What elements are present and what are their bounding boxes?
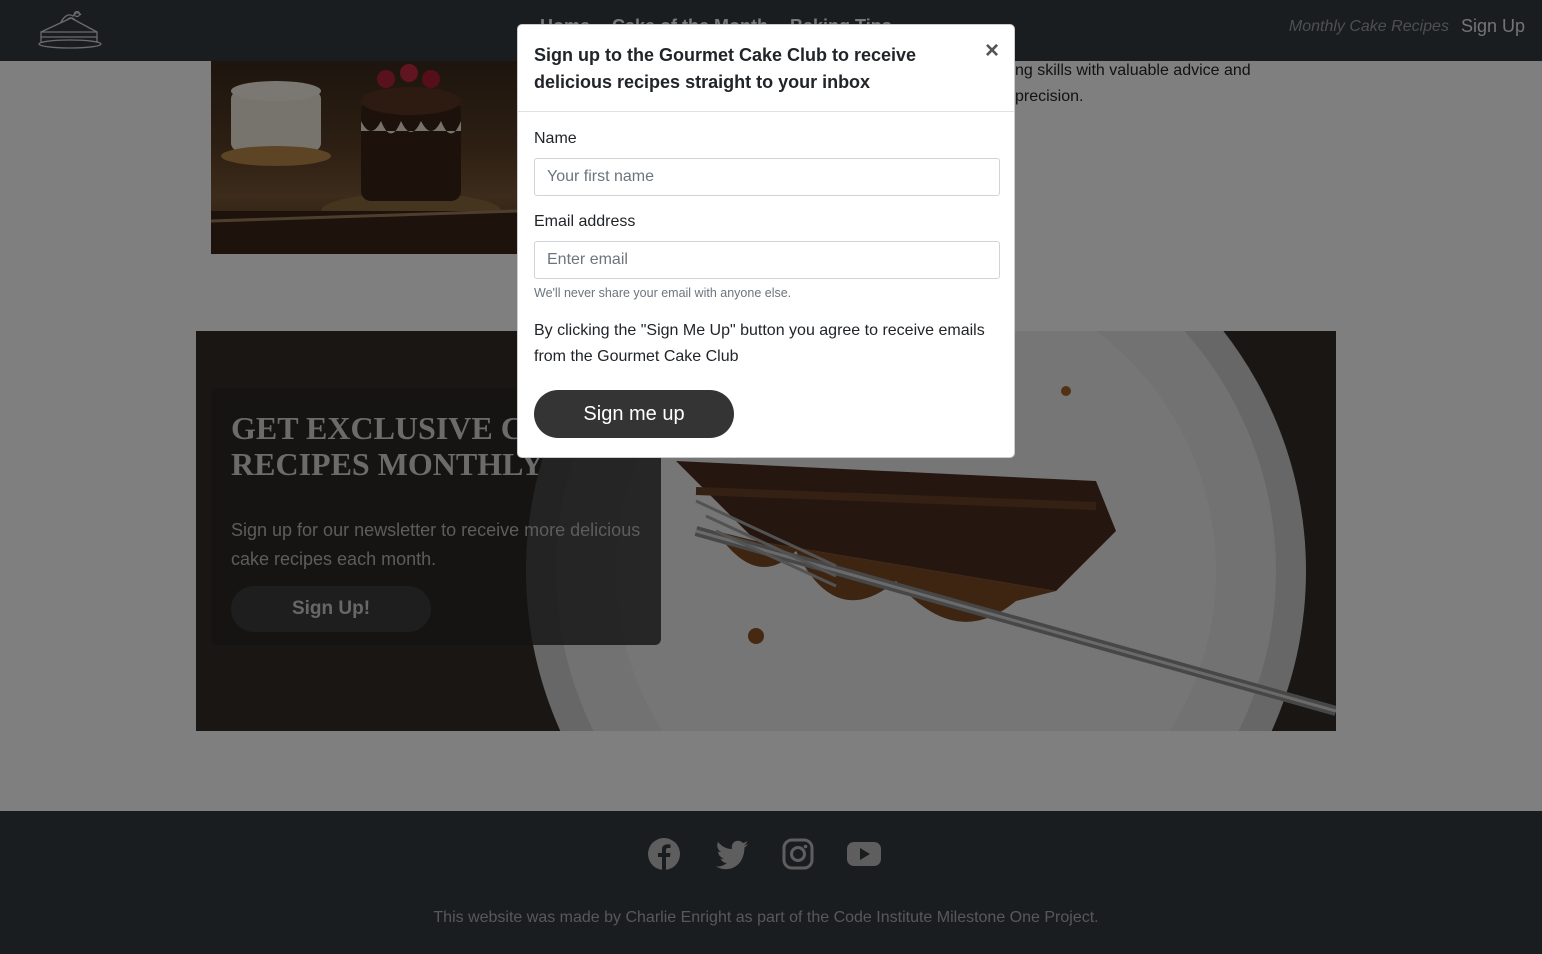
name-label: Name <box>534 130 577 147</box>
email-label: Email address <box>534 213 636 230</box>
modal-title: Sign up to the Gourmet Cake Club to rece… <box>534 45 917 92</box>
modal-body: Name Email address We'll never share you… <box>518 112 1014 438</box>
email-help-text: We'll never share your email with anyone… <box>534 286 792 300</box>
signup-modal: Sign up to the Gourmet Cake Club to rece… <box>517 24 1015 458</box>
close-icon[interactable]: × <box>985 37 999 65</box>
modal-header: Sign up to the Gourmet Cake Club to rece… <box>518 25 1014 112</box>
email-input[interactable] <box>534 241 1000 279</box>
name-input[interactable] <box>534 158 1000 196</box>
sign-me-up-button[interactable]: Sign me up <box>534 390 734 438</box>
agreement-text: By clicking the "Sign Me Up" button you … <box>534 322 985 365</box>
